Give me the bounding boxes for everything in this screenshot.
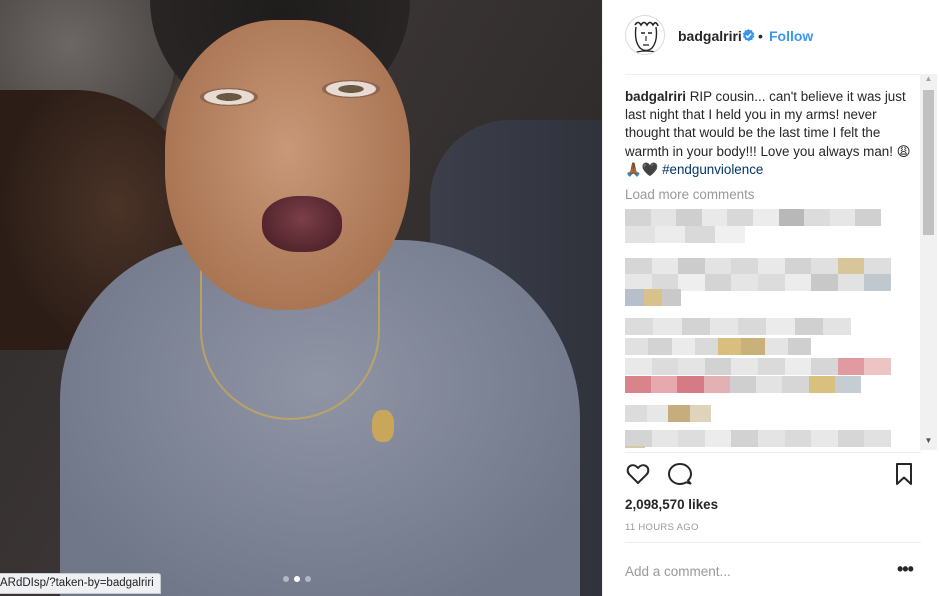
avatar-drawing-icon <box>632 21 660 54</box>
post-timestamp[interactable]: 11 HOURS AGO <box>625 522 699 533</box>
photo-eye-right <box>322 80 380 98</box>
comments-list[interactable]: badgalriri RIP cousin... can't believe i… <box>625 88 921 448</box>
comment-pixelated <box>625 446 645 448</box>
more-options-ellipsis-icon[interactable]: ••• <box>897 560 914 578</box>
comments-divider <box>625 452 921 453</box>
comment-pixelated <box>625 430 891 447</box>
comments-scrollbar[interactable]: ▲ ▼ <box>920 74 937 450</box>
comment-pixelated <box>625 226 745 243</box>
post-photo[interactable] <box>0 0 602 596</box>
comment-pixelated <box>625 338 811 355</box>
carousel-indicator <box>283 576 311 582</box>
speech-bubble-icon[interactable] <box>667 461 693 487</box>
comment-pixelated <box>625 405 711 422</box>
scroll-down-arrow-icon[interactable]: ▼ <box>920 436 937 450</box>
header-separator: • <box>758 28 763 44</box>
carousel-dot <box>305 576 311 582</box>
comment-pixelated <box>625 358 891 375</box>
bookmark-icon[interactable] <box>891 461 917 487</box>
status-url: ARdDIsp/?taken-by=badgalriri <box>0 577 154 589</box>
likes-count[interactable]: 2,098,570 likes <box>625 497 718 512</box>
avatar[interactable] <box>625 15 665 55</box>
post-side-panel: badgalriri • Follow badgalriri RIP cousi… <box>602 0 939 596</box>
carousel-dot-active <box>294 576 300 582</box>
load-more-comments-button[interactable]: Load more comments <box>625 187 921 202</box>
scroll-up-arrow-icon[interactable]: ▲ <box>920 74 937 88</box>
photo-pendant <box>372 410 394 442</box>
add-comment-input[interactable] <box>625 560 895 582</box>
carousel-dot <box>283 576 289 582</box>
browser-status-bar: ARdDIsp/?taken-by=badgalriri <box>0 573 161 594</box>
header-divider <box>625 74 921 75</box>
photo-lips <box>262 196 342 252</box>
post-caption: badgalriri RIP cousin... can't believe i… <box>625 88 921 179</box>
caption-username[interactable]: badgalriri <box>625 89 686 104</box>
comment-pixelated <box>625 318 851 335</box>
scroll-thumb[interactable] <box>923 90 934 235</box>
instagram-post-modal: ARdDIsp/?taken-by=badgalriri badgalriri … <box>0 0 939 596</box>
post-header: badgalriri • Follow <box>603 0 939 74</box>
verified-badge-icon <box>742 29 755 42</box>
add-comment-divider <box>625 542 921 543</box>
comment-pixelated <box>625 258 891 275</box>
caption-hashtag[interactable]: #endgunviolence <box>662 162 763 177</box>
comment-pixelated <box>625 376 861 393</box>
comment-pixelated <box>625 289 682 306</box>
follow-button[interactable]: Follow <box>769 28 813 44</box>
comment-pixelated <box>625 209 881 226</box>
photo-eye-left <box>200 88 258 106</box>
heart-icon[interactable] <box>625 461 651 487</box>
post-username[interactable]: badgalriri <box>678 28 742 44</box>
photo-face <box>165 20 410 310</box>
post-actions <box>625 461 921 491</box>
